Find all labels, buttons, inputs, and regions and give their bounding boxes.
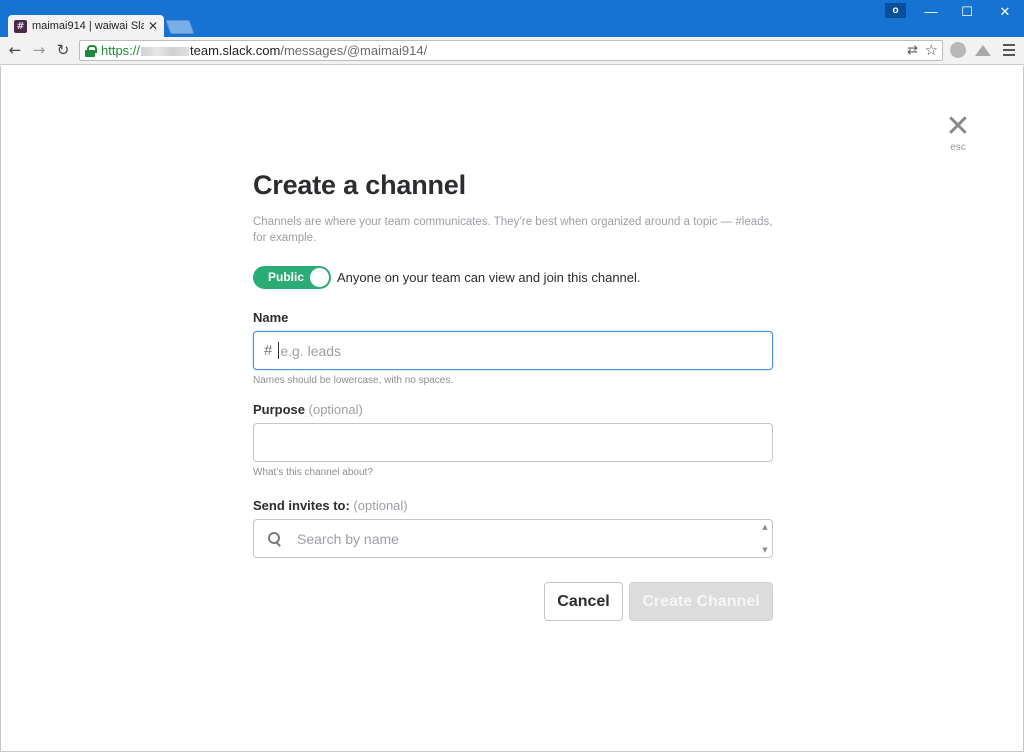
- invite-label-text: Send invites to:: [253, 498, 350, 513]
- form-actions: Cancel Create Channel: [253, 582, 773, 621]
- url-text: https:// team.slack.com/messages/@maimai9…: [101, 43, 427, 58]
- browser-tab[interactable]: # maimai914 | waiwai Slack ✕: [8, 15, 164, 37]
- translate-icon[interactable]: ⇄: [907, 43, 918, 58]
- create-channel-form: Create a channel Channels are where your…: [253, 170, 773, 621]
- purpose-field[interactable]: [253, 423, 773, 462]
- name-field[interactable]: #: [253, 331, 773, 370]
- purpose-input[interactable]: [254, 424, 772, 461]
- maximize-button[interactable]: ☐: [952, 3, 982, 21]
- window-close-button[interactable]: ✕: [990, 3, 1020, 21]
- name-hint: Names should be lowercase, with no space…: [253, 375, 454, 386]
- search-icon: [268, 531, 282, 546]
- create-channel-button[interactable]: Create Channel: [629, 582, 773, 621]
- hash-icon: #: [264, 342, 273, 359]
- new-tab-button[interactable]: [165, 20, 195, 34]
- lock-icon: [85, 44, 97, 57]
- invite-search-input[interactable]: [296, 520, 772, 557]
- visibility-description: Anyone on your team can view and join th…: [337, 270, 641, 285]
- name-input[interactable]: [279, 332, 772, 369]
- window-titlebar: # maimai914 | waiwai Slack ✕ o — ☐ ✕: [0, 0, 1024, 37]
- page-viewport: ✕ esc Create a channel Channels are wher…: [0, 66, 1024, 752]
- purpose-label-text: Purpose: [253, 402, 306, 417]
- invite-field[interactable]: ▲ ▼: [253, 519, 773, 558]
- url-path: /messages/@maimai914/: [280, 43, 428, 58]
- drive-icon[interactable]: [975, 42, 991, 58]
- visibility-row: Public Anyone on your team can view and …: [253, 266, 773, 289]
- toggle-label: Public: [268, 270, 305, 284]
- public-toggle[interactable]: Public: [253, 266, 331, 289]
- tab-title: maimai914 | waiwai Slack: [32, 20, 144, 32]
- name-label: Name: [253, 310, 289, 325]
- purpose-hint: What’s this channel about?: [253, 467, 373, 478]
- browser-toolbar: ← → ↻ https:// team.slack.com/messages/@m…: [0, 37, 1024, 65]
- reload-button[interactable]: ↻: [53, 40, 73, 60]
- back-button[interactable]: ←: [5, 40, 25, 60]
- menu-icon[interactable]: [1003, 44, 1015, 56]
- forward-button[interactable]: →: [29, 40, 49, 60]
- purpose-label: Purpose (optional): [253, 402, 773, 417]
- scroll-down-icon[interactable]: ▼: [762, 546, 767, 554]
- purpose-optional: (optional): [308, 402, 363, 417]
- address-bar[interactable]: https:// team.slack.com/messages/@maimai9…: [79, 40, 943, 61]
- close-icon: ✕: [945, 109, 971, 144]
- page-title: Create a channel: [253, 170, 466, 200]
- url-host: team.slack.com: [190, 43, 281, 58]
- redacted-subdomain: [141, 47, 190, 57]
- tab-close-icon[interactable]: ✕: [148, 19, 158, 33]
- minimize-button[interactable]: —: [916, 3, 946, 21]
- url-scheme: https://: [101, 43, 141, 58]
- close-dialog-button[interactable]: ✕ esc: [941, 109, 975, 154]
- invite-optional: (optional): [353, 498, 408, 513]
- profile-button[interactable]: o: [885, 3, 906, 18]
- scroll-up-icon[interactable]: ▲: [762, 523, 767, 531]
- toggle-knob: [310, 268, 329, 287]
- star-icon[interactable]: ☆: [925, 41, 938, 59]
- slack-favicon-icon: #: [14, 19, 27, 33]
- extension-icon[interactable]: [950, 42, 966, 58]
- invite-scrollbar[interactable]: ▲ ▼: [761, 523, 769, 554]
- cancel-button[interactable]: Cancel: [544, 582, 623, 621]
- invite-label: Send invites to: (optional): [253, 498, 773, 513]
- page-description: Channels are where your team communicate…: [253, 216, 773, 244]
